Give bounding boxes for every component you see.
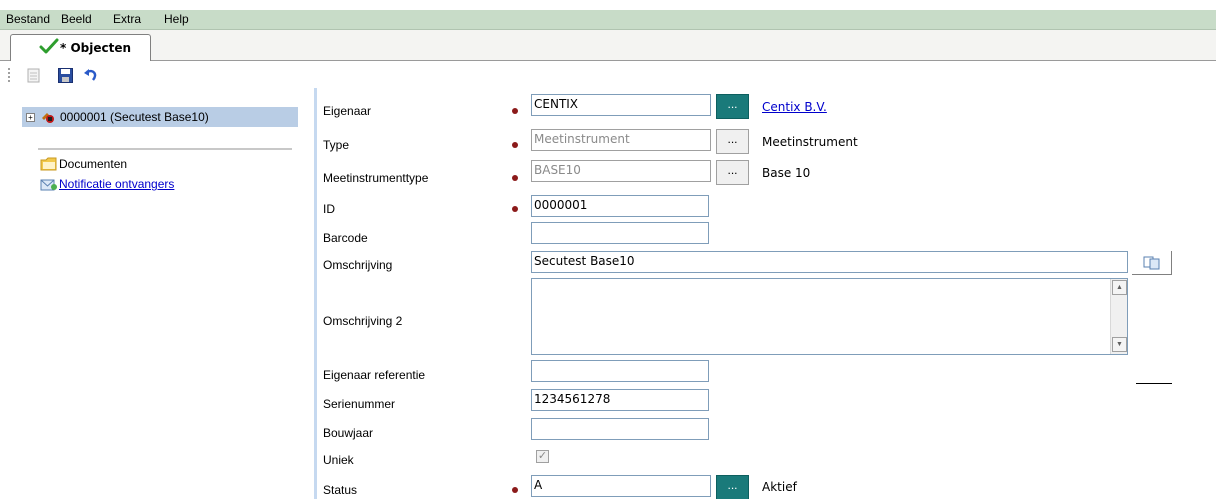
tree-item-label: Documenten (59, 157, 128, 171)
mail-users-icon (40, 179, 57, 191)
uniek-checkbox[interactable]: ✓ (536, 450, 549, 463)
menu-bar: Bestand Beeld Extra Help (0, 10, 1216, 30)
bouwjaar-label: Bouwjaar (323, 426, 374, 440)
status-ref-text: Aktief (762, 480, 797, 494)
eigenaar-field[interactable]: CENTIX (531, 94, 711, 116)
menu-extra[interactable]: Extra (113, 12, 141, 26)
barcode-label: Barcode (323, 231, 368, 245)
tab-strip: * Objecten (0, 30, 1216, 61)
meetinstrumenttype-ref-text: Base 10 (762, 166, 811, 180)
menu-help[interactable]: Help (164, 12, 189, 26)
tree-separator (38, 148, 292, 150)
required-indicator (512, 175, 518, 181)
undo-icon[interactable] (82, 66, 100, 84)
omschrijving2-textarea[interactable]: ▲ ▼ (531, 278, 1128, 355)
menu-beeld[interactable]: Beeld (61, 12, 92, 26)
tree-root-item[interactable]: + 0000001 (Secutest Base10) (22, 107, 298, 127)
id-label: ID (323, 202, 335, 216)
vertical-scrollbar[interactable]: ▲ ▼ (1110, 279, 1127, 354)
toolbar (0, 62, 1216, 88)
required-indicator (512, 108, 518, 114)
bouwjaar-field[interactable] (531, 418, 709, 440)
type-lookup-button[interactable]: ... (716, 129, 749, 154)
serienummer-label: Serienummer (323, 397, 396, 411)
eigenaar-label: Eigenaar (323, 104, 372, 118)
check-icon (39, 38, 59, 54)
type-field[interactable]: Meetinstrument (531, 129, 711, 151)
tab-objecten[interactable]: * Objecten (10, 34, 151, 61)
divider-line (1136, 383, 1172, 384)
toolbar-grip[interactable] (8, 68, 11, 82)
meetinstrumenttype-lookup-button[interactable]: ... (716, 160, 749, 185)
omschrijving2-label: Omschrijving 2 (323, 314, 403, 328)
required-indicator (512, 487, 518, 493)
id-field[interactable]: 0000001 (531, 195, 709, 217)
status-label: Status (323, 483, 358, 497)
scroll-up-icon[interactable]: ▲ (1112, 280, 1127, 295)
eigenaar-referentie-field[interactable] (531, 360, 709, 382)
status-field[interactable]: A (531, 475, 711, 497)
tree-root-label: 0000001 (Secutest Base10) (60, 110, 209, 124)
save-icon[interactable] (56, 66, 74, 84)
scroll-down-icon[interactable]: ▼ (1112, 337, 1127, 352)
copy-button[interactable] (1132, 251, 1172, 275)
meetinstrumenttype-label: Meetinstrumenttype (323, 171, 429, 185)
folder-icon (40, 157, 57, 171)
type-label: Type (323, 138, 350, 152)
omschrijving-label: Omschrijving (323, 258, 393, 272)
page-icon[interactable] (24, 66, 42, 84)
omschrijving-field[interactable]: Secutest Base10 (531, 251, 1128, 273)
eigenaar-lookup-button[interactable]: ... (716, 94, 749, 119)
menu-bestand[interactable]: Bestand (6, 12, 50, 26)
uniek-label: Uniek (323, 453, 354, 467)
type-ref-text: Meetinstrument (762, 135, 858, 149)
tree-item-link[interactable]: Notificatie ontvangers (59, 177, 174, 191)
expand-icon[interactable]: + (26, 113, 35, 122)
eigenaar-link[interactable]: Centix B.V. (762, 100, 827, 114)
object-tree: + 0000001 (Secutest Base10) Documenten N… (0, 88, 310, 499)
tab-label: * Objecten (60, 41, 132, 55)
status-lookup-button[interactable]: ... (716, 475, 749, 499)
copy-icon (1143, 256, 1159, 269)
required-indicator (512, 206, 518, 212)
required-indicator (512, 142, 518, 148)
eigenaar-referentie-label: Eigenaar referentie (323, 368, 426, 382)
barcode-field[interactable] (531, 222, 709, 244)
meetinstrumenttype-field[interactable]: BASE10 (531, 160, 711, 182)
instrument-icon (42, 113, 54, 123)
object-form: Eigenaar CENTIX ... Centix B.V. Type Mee… (317, 88, 1216, 499)
serienummer-field[interactable]: 1234561278 (531, 389, 709, 411)
